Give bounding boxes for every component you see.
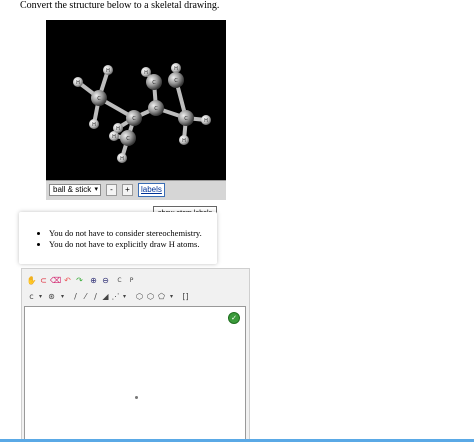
clean-icon[interactable]: C [114, 275, 125, 286]
chevron-down-icon[interactable]: ▾ [166, 291, 177, 302]
molecule-viewer[interactable]: H H H H H H H H H H C C C C C C C [46, 20, 226, 180]
svg-text:C: C [152, 80, 156, 86]
chevron-down-icon[interactable]: ▾ [119, 291, 130, 302]
svg-text:H: H [106, 68, 110, 74]
zoom-out-icon[interactable]: ⊖ [100, 275, 111, 286]
atom-label-c: C [97, 96, 101, 102]
hand-icon[interactable]: ✋ [26, 275, 37, 286]
chevron-down-icon: ▾ [94, 186, 98, 193]
atom-map-icon[interactable]: ⊛ [46, 291, 57, 302]
redo-icon[interactable]: ↷ [74, 275, 85, 286]
svg-text:C: C [184, 116, 188, 122]
drawing-canvas[interactable]: ✓ [24, 306, 246, 441]
viewer-control-bar: ball & stick ▾ - + labels [46, 180, 226, 200]
structure-editor: ✋ ⊂ ⌫ ↶ ↷ ⊕ ⊖ C P c ▾ ⊛ ▾ / ⁄ ∕ ◢ ⋰ ▾ ⬡ … [21, 268, 250, 442]
question-text: Convert the structure below to a skeleta… [20, 0, 220, 11]
svg-text:C: C [154, 106, 158, 112]
display-mode-value: ball & stick [53, 185, 92, 194]
eraser-icon[interactable]: ⌫ [50, 275, 61, 286]
svg-text:C: C [174, 78, 178, 84]
bracket-icon[interactable]: [] [180, 291, 191, 302]
undo-icon[interactable]: ↶ [62, 275, 73, 286]
svg-text:C: C [126, 136, 130, 142]
check-icon[interactable]: ✓ [228, 312, 240, 324]
svg-text:H: H [204, 118, 208, 124]
carbon-atoms [91, 72, 194, 146]
zoom-in-icon[interactable]: ⊕ [88, 275, 99, 286]
chevron-down-icon[interactable]: ▾ [35, 291, 46, 302]
molecule-model-icon: H H H H H H H H H H C C C C C C C [73, 63, 211, 163]
svg-text:H: H [92, 122, 96, 128]
lasso-icon[interactable]: ⊂ [38, 275, 49, 286]
info-icon[interactable]: P [126, 275, 137, 286]
instructions-box: You do not have to consider stereochemis… [19, 212, 217, 264]
ring-cyclohexane-icon[interactable]: ⬡ [145, 291, 156, 302]
svg-text:H: H [182, 138, 186, 144]
instruction-item: You do not have to consider stereochemis… [49, 228, 202, 239]
chevron-down-icon[interactable]: ▾ [57, 291, 68, 302]
svg-text:H: H [120, 156, 124, 162]
svg-text:H: H [144, 70, 148, 76]
ring-benzene-icon[interactable]: ⬡ [134, 291, 145, 302]
svg-text:H: H [174, 66, 178, 72]
instructions-list: You do not have to consider stereochemis… [19, 228, 202, 250]
zoom-out-button[interactable]: - [106, 184, 117, 196]
canvas-cursor-dot [135, 396, 138, 399]
labels-button[interactable]: labels [138, 183, 165, 197]
atom-label-h: H [76, 80, 80, 86]
svg-text:H: H [112, 134, 116, 140]
svg-text:C: C [132, 116, 136, 122]
display-mode-select[interactable]: ball & stick ▾ [49, 184, 101, 196]
zoom-in-button[interactable]: + [122, 184, 133, 196]
svg-text:H: H [116, 126, 120, 132]
instruction-item: You do not have to explicitly draw H ato… [49, 239, 202, 250]
